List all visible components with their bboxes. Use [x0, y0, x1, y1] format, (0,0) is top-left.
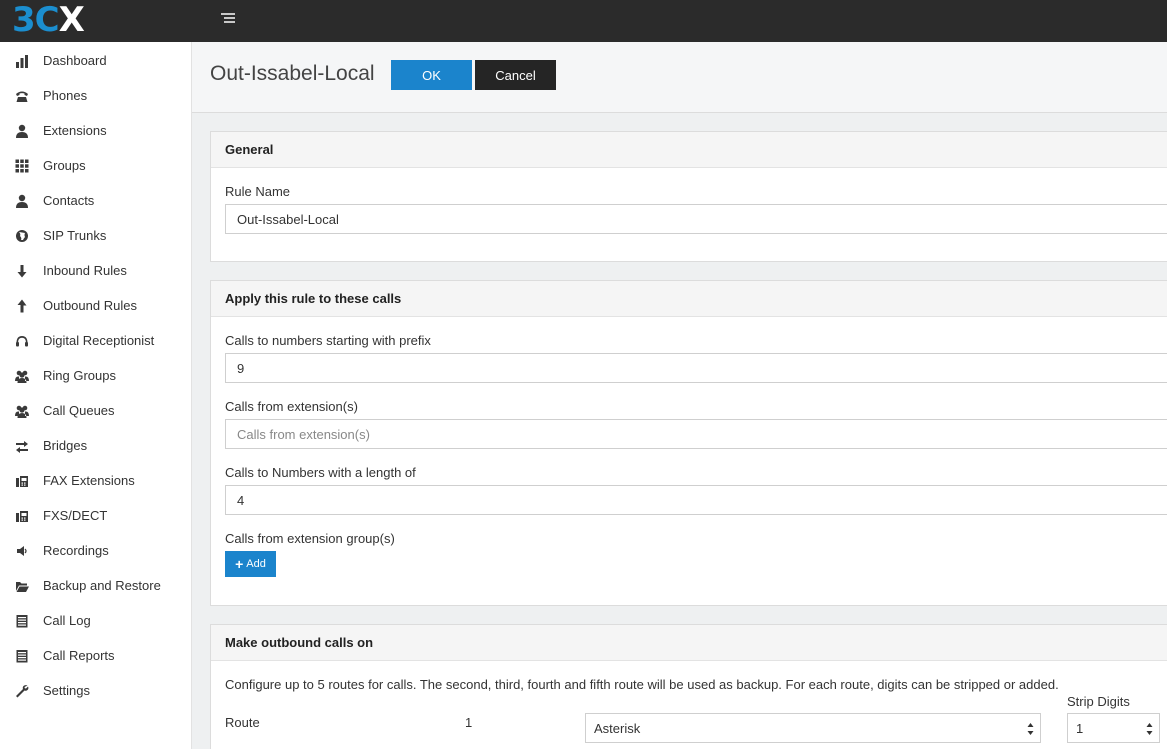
sidebar-item-label: Settings	[43, 683, 90, 698]
bar-chart-icon	[14, 53, 29, 68]
folder-open-icon	[14, 578, 29, 593]
select-arrows-icon	[1027, 722, 1034, 736]
exchange-icon	[14, 438, 29, 453]
outbound-heading: Make outbound calls on	[211, 625, 1167, 661]
route-select-value: Asterisk	[594, 720, 641, 736]
sidebar-item-bridges[interactable]: Bridges	[0, 428, 191, 463]
wrench-icon	[14, 683, 29, 698]
number-length-input[interactable]	[225, 485, 1167, 515]
apply-rule-heading: Apply this rule to these calls	[211, 281, 1167, 317]
sidebar-item-contacts[interactable]: Contacts	[0, 183, 191, 218]
sidebar-item-groups[interactable]: Groups	[0, 148, 191, 183]
arrow-up-icon	[14, 298, 29, 313]
sidebar-item-label: Backup and Restore	[43, 578, 161, 593]
users-icon	[14, 403, 29, 418]
fax-icon	[14, 508, 29, 523]
select-arrows-icon	[1146, 722, 1153, 736]
extension-groups-label: Calls from extension group(s)	[225, 531, 395, 546]
add-label: Add	[246, 558, 266, 570]
from-extensions-label: Calls from extension(s)	[225, 399, 358, 414]
speaker-icon	[14, 543, 29, 558]
sidebar-item-settings[interactable]: Settings	[0, 673, 191, 708]
sidebar-item-label: Extensions	[43, 123, 107, 138]
headset-icon	[14, 333, 29, 348]
menu-toggle-icon[interactable]	[221, 13, 235, 25]
sidebar-item-label: Contacts	[43, 193, 95, 208]
rule-name-label: Rule Name	[225, 184, 291, 199]
sidebar-item-label: Outbound Rules	[43, 298, 137, 313]
3cx-logo[interactable]: 3C X	[12, 0, 85, 40]
route-number: 1	[465, 715, 473, 730]
logo-text-primary: 3C	[12, 0, 60, 40]
outbound-panel: Make outbound calls on Configure up to 5…	[210, 624, 1167, 749]
phone-icon	[14, 88, 29, 103]
sidebar-item-call-queues[interactable]: Call Queues	[0, 393, 191, 428]
users-icon	[14, 368, 29, 383]
sidebar-item-label: Bridges	[43, 438, 88, 453]
fax-icon	[14, 473, 29, 488]
logo-text-secondary: X	[58, 0, 85, 40]
route-label: Route	[225, 715, 260, 730]
prefix-input[interactable]	[225, 353, 1167, 383]
sidebar-item-label: FAX Extensions	[43, 473, 135, 488]
sidebar-item-call-reports[interactable]: Call Reports	[0, 638, 191, 673]
sidebar-item-label: Dashboard	[43, 53, 107, 68]
list-icon	[14, 613, 29, 628]
number-length-label: Calls to Numbers with a length of	[225, 465, 416, 480]
sidebar-item-label: Call Reports	[43, 648, 115, 663]
sidebar-item-label: Call Log	[43, 613, 91, 628]
globe-icon	[14, 228, 29, 243]
add-group-button[interactable]: + Add	[225, 551, 276, 577]
strip-digits-select[interactable]: 1	[1067, 713, 1160, 743]
general-heading: General	[211, 132, 1167, 168]
route-select[interactable]: Asterisk	[585, 713, 1041, 743]
sidebar-item-call-log[interactable]: Call Log	[0, 603, 191, 638]
sidebar-item-outbound-rules[interactable]: Outbound Rules	[0, 288, 191, 323]
user-icon	[14, 193, 29, 208]
sidebar-item-label: Groups	[43, 158, 86, 173]
sidebar-item-label: Call Queues	[43, 403, 115, 418]
sidebar-item-label: SIP Trunks	[43, 228, 107, 243]
sidebar-item-label: Ring Groups	[43, 368, 116, 383]
strip-digits-value: 1	[1076, 720, 1084, 736]
sidebar-item-backup-and-restore[interactable]: Backup and Restore	[0, 568, 191, 603]
sidebar-item-label: Inbound Rules	[43, 263, 127, 278]
prefix-label: Calls to numbers starting with prefix	[225, 333, 431, 348]
arrow-down-icon	[14, 263, 29, 278]
apply-rule-panel: Apply this rule to these calls Calls to …	[210, 280, 1167, 606]
sidebar-item-fxs-dect[interactable]: FXS/DECT	[0, 498, 191, 533]
sidebar-item-label: Digital Receptionist	[43, 333, 155, 348]
top-bar: 3C X	[0, 0, 1167, 42]
sidebar-item-digital-receptionist[interactable]: Digital Receptionist	[0, 323, 191, 358]
sidebar-item-phones[interactable]: Phones	[0, 78, 191, 113]
grid-icon	[14, 158, 29, 173]
strip-digits-label: Strip Digits	[1067, 694, 1130, 709]
cancel-button[interactable]: Cancel	[475, 60, 556, 90]
outbound-description: Configure up to 5 routes for calls. The …	[225, 677, 1059, 692]
sidebar-item-inbound-rules[interactable]: Inbound Rules	[0, 253, 191, 288]
ok-button[interactable]: OK	[391, 60, 472, 90]
sidebar-item-recordings[interactable]: Recordings	[0, 533, 191, 568]
sidebar: Dashboard Phones Extensions Groups Contacts S…	[0, 42, 192, 749]
plus-icon: +	[235, 556, 244, 572]
sidebar-item-label: Recordings	[43, 543, 109, 558]
from-extensions-input[interactable]	[225, 419, 1167, 449]
page-header: Out-Issabel-Local OK Cancel	[192, 42, 1167, 113]
general-panel: General Rule Name	[210, 131, 1167, 262]
list-icon	[14, 648, 29, 663]
sidebar-item-extensions[interactable]: Extensions	[0, 113, 191, 148]
rule-name-input[interactable]	[225, 204, 1167, 234]
sidebar-item-sip-trunks[interactable]: SIP Trunks	[0, 218, 191, 253]
page-title: Out-Issabel-Local	[210, 62, 375, 85]
sidebar-item-label: FXS/DECT	[43, 508, 108, 523]
sidebar-item-ring-groups[interactable]: Ring Groups	[0, 358, 191, 393]
user-icon	[14, 123, 29, 138]
sidebar-item-fax-extensions[interactable]: FAX Extensions	[0, 463, 191, 498]
sidebar-item-dashboard[interactable]: Dashboard	[0, 43, 191, 78]
sidebar-item-label: Phones	[43, 88, 88, 103]
